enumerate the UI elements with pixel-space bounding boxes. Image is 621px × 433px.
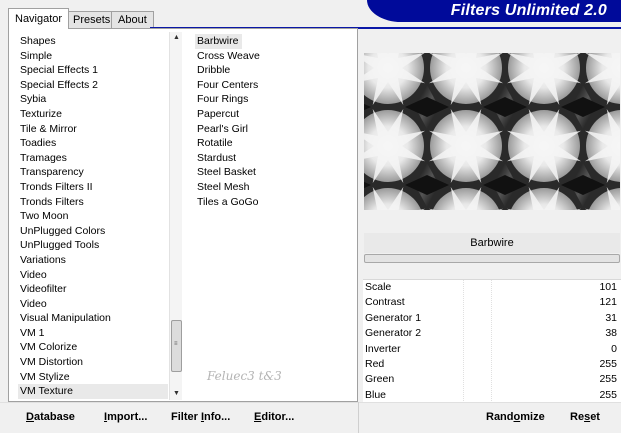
category-item[interactable]: VM Distortion <box>18 355 168 370</box>
category-item[interactable]: Tile & Mirror <box>18 122 168 137</box>
filter-item[interactable]: Papercut <box>195 107 355 122</box>
bottom-toolbar: Database Import... Filter Info... Editor… <box>0 403 621 433</box>
param-row[interactable]: Inverter 0 <box>363 342 621 357</box>
scrollbar-thumb[interactable]: ≡ <box>171 320 182 372</box>
param-value: 101 <box>599 281 617 293</box>
category-item[interactable]: Video <box>18 297 168 312</box>
parameter-list: Scale 101 Contrast 121 Generator 1 31 Generato… <box>363 279 621 402</box>
preview-image <box>364 53 620 210</box>
filter-item[interactable]: Steel Mesh <box>195 180 355 195</box>
category-item[interactable]: Texturize <box>18 107 168 122</box>
category-scrollbar[interactable]: ▲ ≡ ▼ <box>169 32 182 400</box>
param-row[interactable]: Generator 1 31 <box>363 311 621 326</box>
filter-item[interactable]: Rotatile <box>195 136 355 151</box>
param-value: 31 <box>605 311 617 324</box>
category-item[interactable]: VM Colorize <box>18 340 168 355</box>
progress-bar <box>364 254 620 263</box>
category-item[interactable]: Sybia <box>18 92 168 107</box>
param-row[interactable]: Scale 101 <box>363 280 621 295</box>
param-value: 121 <box>599 296 617 309</box>
category-item[interactable]: VM Stylize <box>18 370 168 385</box>
category-item[interactable]: Tramages <box>18 151 168 166</box>
filter-item[interactable]: Steel Basket <box>195 165 355 180</box>
param-row[interactable]: Contrast 121 <box>363 295 621 310</box>
button-label: atabase <box>33 411 75 423</box>
filter-item[interactable]: Stardust <box>195 151 355 166</box>
category-item[interactable]: Tronds Filters <box>18 195 168 210</box>
database-button[interactable]: Database <box>26 409 75 425</box>
param-row[interactable]: Red 255 <box>363 357 621 372</box>
button-label: mport... <box>107 411 148 423</box>
param-label: Blue <box>365 388 387 401</box>
editor-button[interactable]: Editor... <box>254 409 294 425</box>
triangle-up-icon[interactable]: ▲ <box>172 33 181 43</box>
filter-item[interactable]: Cross Weave <box>195 49 355 64</box>
param-row[interactable]: Blue 255 <box>363 388 621 402</box>
import-button[interactable]: Import... <box>104 409 147 425</box>
category-item[interactable]: UnPlugged Colors <box>18 224 168 239</box>
filter-item[interactable]: Barbwire <box>195 34 243 49</box>
param-label: Inverter <box>365 342 401 355</box>
param-row[interactable]: Green 255 <box>363 372 621 387</box>
category-item[interactable]: Special Effects 1 <box>18 63 168 78</box>
button-label: nfo... <box>204 411 231 423</box>
triangle-down-icon[interactable]: ▼ <box>172 389 181 399</box>
param-label: Green <box>365 373 395 386</box>
tab-about[interactable]: About <box>111 11 154 28</box>
category-item[interactable]: Two Moon <box>18 209 168 224</box>
tab-navigator[interactable]: Navigator <box>8 8 70 29</box>
filter-item[interactable]: Pearl's Girl <box>195 122 355 137</box>
param-label: Red <box>365 357 385 370</box>
filter-item[interactable]: Four Centers <box>195 78 355 93</box>
button-label: Re <box>570 411 585 423</box>
param-row[interactable]: Generator 2 38 <box>363 326 621 341</box>
param-value: 0 <box>611 342 617 355</box>
category-item[interactable]: Videofilter <box>18 282 168 297</box>
reset-button[interactable]: Reset <box>570 409 600 425</box>
grip-icon: ≡ <box>174 341 178 347</box>
navigator-panel: Shapes Simple Special Effects 1 Special Eff… <box>8 28 358 402</box>
filter-item[interactable]: Four Rings <box>195 92 355 107</box>
param-label: Scale <box>365 281 392 293</box>
filter-list[interactable]: Barbwire Cross Weave Dribble Four Centers Fo… <box>195 34 355 234</box>
category-item[interactable]: Special Effects 2 <box>18 78 168 93</box>
button-label: ditor... <box>261 411 295 423</box>
button-label: et <box>590 411 600 423</box>
category-item[interactable]: Visual Manipulation <box>18 311 168 326</box>
param-label: Contrast <box>365 296 405 309</box>
filters-unlimited-window: Navigator Presets About Filters Unlimite… <box>0 0 621 433</box>
param-label: Generator 2 <box>365 327 422 340</box>
filter-item[interactable]: Tiles a GoGo <box>195 195 355 210</box>
param-value: 255 <box>599 388 617 401</box>
filter-info-button[interactable]: Filter Info... <box>171 409 230 425</box>
category-item[interactable]: Transparency <box>18 165 168 180</box>
watermark-signature: Feluec3 t&3 <box>207 369 282 383</box>
param-value: 255 <box>599 357 617 370</box>
accelerator-key: D <box>26 411 34 423</box>
category-item[interactable]: Simple <box>18 49 168 64</box>
randomize-button[interactable]: Randomize <box>486 409 545 425</box>
category-item[interactable]: Shapes <box>18 34 168 49</box>
category-item[interactable]: VM Texture <box>18 384 168 399</box>
button-label: Rand <box>486 411 514 423</box>
param-label: Generator 1 <box>365 311 422 324</box>
category-item[interactable]: UnPlugged Tools <box>18 238 168 253</box>
app-title-banner: Filters Unlimited 2.0 <box>367 0 621 22</box>
category-item[interactable]: Toadies <box>18 136 168 151</box>
button-label: mize <box>520 411 545 423</box>
category-item[interactable]: VM 1 <box>18 326 168 341</box>
tab-presets[interactable]: Presets <box>66 11 118 28</box>
filter-item[interactable]: Dribble <box>195 63 355 78</box>
category-item[interactable]: Video <box>18 268 168 283</box>
param-value: 255 <box>599 373 617 386</box>
category-item[interactable]: Variations <box>18 253 168 268</box>
category-item[interactable]: Tronds Filters II <box>18 180 168 195</box>
selected-filter-name: Barbwire <box>364 233 620 253</box>
param-value: 38 <box>605 327 617 340</box>
button-label: Filter <box>171 411 201 423</box>
barbwire-preview-pattern <box>364 53 620 210</box>
category-list[interactable]: Shapes Simple Special Effects 1 Special Eff… <box>18 34 168 399</box>
